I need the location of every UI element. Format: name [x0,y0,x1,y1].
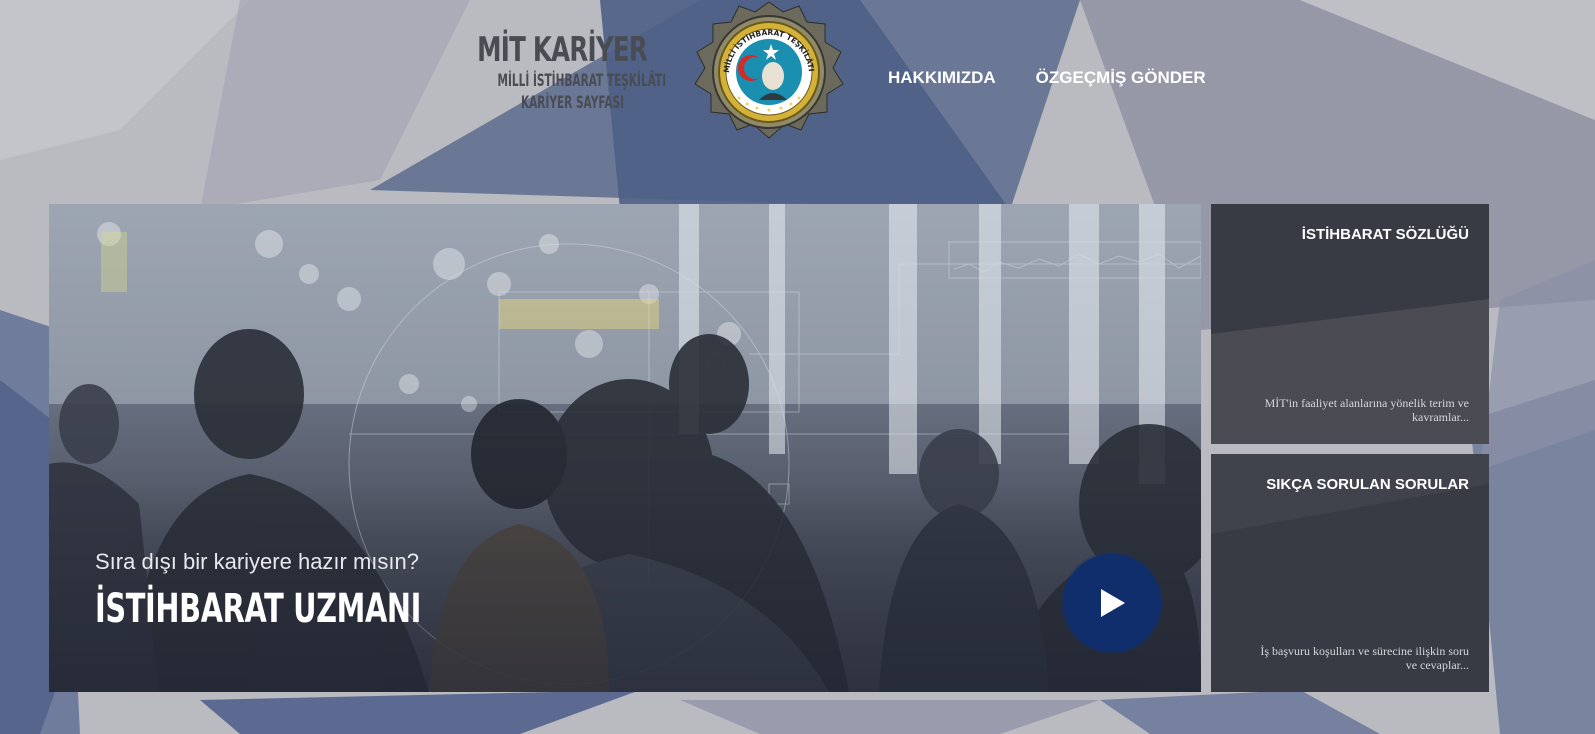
play-video-button[interactable] [1063,554,1161,652]
card-title: SIKÇA SORULAN SORULAR [1266,476,1469,493]
hero-question: Sıra dışı bir kariyere hazır mısın? [95,549,419,574]
brand-title: MİT KARİYER [477,30,648,70]
brand-subtitle-line2: KARİYER SAYFASI [520,93,624,113]
main-nav: HAKKIMIZDA ÖZGEÇMİŞ GÖNDER [888,68,1206,88]
mit-emblem-logo[interactable]: MİLLİ İSTİHBARAT TEŞKİLÂTI [679,0,859,150]
hero-banner[interactable]: Sıra dışı bir kariyere hazır mısın? İSTİ… [49,204,1201,692]
card-description: İş başvuru koşulları ve sürecine ilişkin… [1260,644,1469,672]
nav-ozgecmis-gonder[interactable]: ÖZGEÇMİŞ GÖNDER [1036,68,1206,88]
card-istihbarat-sozlugu[interactable]: İSTİHBARAT SÖZLÜĞÜ MİT'in faaliyet alanl… [1211,204,1489,444]
nav-hakkimizda[interactable]: HAKKIMIZDA [888,68,996,88]
card-sikca-sorulan-sorular[interactable]: SIKÇA SORULAN SORULAR İş başvuru koşulla… [1211,454,1489,692]
play-icon [1101,589,1125,617]
brand-subtitle-line1: MİLLİ İSTİHBARAT TEŞKİLÂTI [497,71,667,91]
card-description: MİT'in faaliyet alanlarına yönelik terim… [1264,396,1469,424]
card-title: İSTİHBARAT SÖZLÜĞÜ [1301,226,1469,243]
brand-block[interactable]: MİT KARİYER MİLLİ İSTİHBARAT TEŞKİLÂTI K… [420,30,667,114]
hero-title: İSTİHBARAT UZMANI [95,586,421,632]
